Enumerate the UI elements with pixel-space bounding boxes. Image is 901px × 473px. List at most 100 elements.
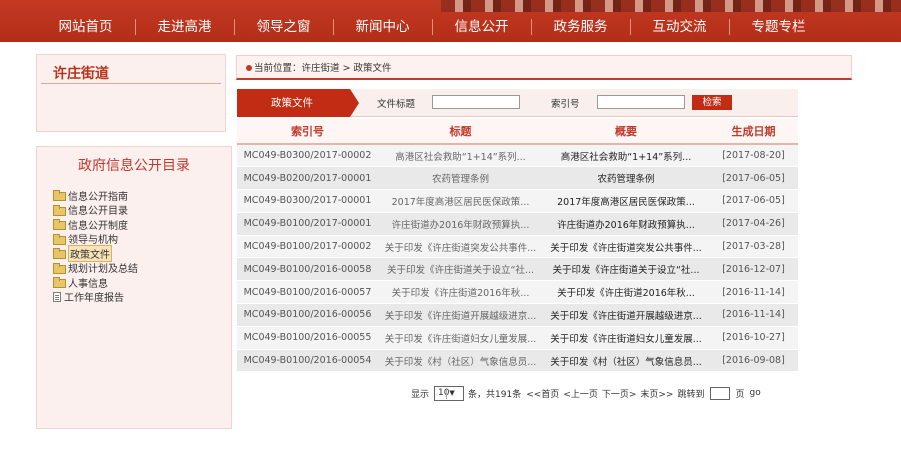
cell-title-link[interactable]: 关于印发《许庄街道妇女儿童发展...	[378, 326, 543, 350]
folder-icon	[53, 190, 66, 202]
col-header-title: 标题	[378, 119, 543, 145]
nav-item[interactable]: 互动交流	[630, 12, 729, 42]
catalog-title: 政府信息公开目录	[78, 158, 190, 174]
cell-date: [2016-09-08]	[709, 349, 798, 373]
table-row: MC049-B0200/2017-00001 农药管理条例 农药管理条例 [2017-…	[237, 166, 798, 191]
nav-item[interactable]: 信息公开	[432, 12, 531, 42]
prev-page-link[interactable]: <上一页	[563, 387, 598, 400]
folder-icon	[53, 277, 66, 289]
cell-summary-link[interactable]: 许庄街道办2016年财政预算执...	[543, 212, 709, 236]
catalog-tree-item[interactable]: 工作年度报告	[53, 290, 138, 305]
cell-summary-link[interactable]: 高港区社会救助“1+14”系列...	[543, 144, 709, 168]
catalog-tree-item[interactable]: 信息公开指南	[53, 188, 138, 203]
go-button[interactable]: go	[750, 388, 761, 398]
cell-summary-link[interactable]: 关于印发《许庄街道开展越级进京...	[543, 303, 709, 327]
nav-item[interactable]: 领导之窗	[234, 12, 333, 42]
catalog-tree-label: 政策文件	[68, 244, 112, 262]
title-field-label: 文件标题	[377, 99, 416, 110]
cell-title-link[interactable]: 关于印发《许庄街道突发公共事件...	[378, 235, 543, 259]
cell-index-number: MC049-B0100/2016-00054	[237, 349, 378, 373]
table-row: MC049-B0100/2016-00055 关于印发《许庄街道妇女儿童发展...…	[237, 326, 798, 350]
folder-icon	[53, 248, 66, 260]
search-button[interactable]: 检索	[692, 95, 732, 110]
folder-icon	[53, 262, 66, 274]
cell-summary-link[interactable]: 关于印发《村（社区）气象信息员...	[543, 349, 709, 373]
catalog-tree-item[interactable]: 信息公开目录	[53, 203, 138, 217]
top-navigation: 网站首页 走进高港 领导之窗 新闻中心 信息公开 政务服务 互动交流 专题专栏	[0, 0, 901, 42]
page-unit-label: 页	[735, 389, 745, 400]
street-title-divider	[41, 83, 221, 84]
catalog-tree-label: 工作年度报告	[64, 293, 124, 305]
index-input[interactable]	[597, 95, 685, 109]
breadcrumb: 当前位置：许庄街道 > 政策文件	[236, 55, 852, 80]
jump-label: 跳转到	[677, 389, 705, 400]
cell-title-link[interactable]: 关于印发《许庄街道2016年秋...	[378, 280, 543, 305]
cell-date: [2017-04-26]	[709, 212, 798, 236]
cell-title-link[interactable]: 农药管理条例	[378, 166, 543, 191]
folder-icon	[53, 219, 66, 231]
street-panel: 许庄街道	[36, 54, 226, 132]
chevron-down-icon: ▼	[446, 387, 457, 399]
cell-title-link[interactable]: 关于印发《许庄街道关于设立“社...	[378, 257, 543, 282]
title-input[interactable]	[432, 95, 520, 109]
index-field-label: 索引号	[551, 99, 580, 110]
nav-item[interactable]: 走进高港	[135, 12, 234, 42]
next-page-link[interactable]: 下一页>	[602, 387, 637, 400]
cell-summary-link[interactable]: 2017年度高港区居民医保政策...	[543, 189, 709, 213]
catalog-tree-item[interactable]: 信息公开制度	[53, 217, 138, 232]
page-size-select[interactable]: 10 ▼	[434, 385, 465, 401]
cell-title-link[interactable]: 高港区社会救助“1+14”系列...	[378, 144, 543, 168]
folder-icon	[53, 233, 66, 245]
cell-date: [2017-06-05]	[709, 189, 798, 213]
cell-title-link[interactable]: 许庄街道办2016年财政预算执...	[378, 212, 543, 236]
cell-summary-link[interactable]: 农药管理条例	[543, 166, 709, 191]
catalog-tree-label: 人事信息	[68, 278, 108, 290]
table-header-row: 索引号 标题 概要 生成日期	[237, 119, 798, 145]
cell-index-number: MC049-B0100/2016-00057	[237, 280, 378, 305]
cell-date: [2016-11-14]	[709, 303, 798, 327]
location-icon	[246, 65, 252, 71]
cell-summary-link[interactable]: 关于印发《许庄街道妇女儿童发展...	[543, 326, 709, 350]
table-row: MC049-B0100/2016-00058 关于印发《许庄街道关于设立“社...…	[237, 257, 798, 282]
cell-date: [2017-08-20]	[709, 144, 798, 168]
cell-summary-link[interactable]: 关于印发《许庄街道突发公共事件...	[543, 235, 709, 259]
nav-item[interactable]: 网站首页	[36, 12, 135, 42]
catalog-tree: 信息公开指南 信息公开目录 信息公开制度 领导与机构 政策文件 规划计划及总结 人事信息 工作…	[53, 188, 138, 304]
document-icon	[53, 291, 61, 302]
nav-item[interactable]: 政务服务	[531, 12, 630, 42]
table-row: MC049-B0100/2016-00056 关于印发《许庄街道开展越级进京...…	[237, 303, 798, 327]
cell-index-number: MC049-B0200/2017-00001	[237, 166, 378, 191]
folder-icon	[53, 204, 66, 216]
col-header-index: 索引号	[237, 119, 378, 145]
nav-item[interactable]: 新闻中心	[333, 12, 432, 42]
cell-summary-link[interactable]: 关于印发《许庄街道关于设立“社...	[543, 257, 709, 282]
cell-index-number: MC049-B0100/2017-00002	[237, 235, 378, 259]
cell-date: [2017-03-28]	[709, 235, 798, 259]
nav-item[interactable]: 专题专栏	[729, 12, 828, 42]
page-size-label: 显示	[411, 389, 430, 400]
cell-date: [2016-10-27]	[709, 326, 798, 350]
search-bar: 政策文件 文件标题 索引号 检索	[237, 89, 798, 117]
catalog-tree-label: 信息公开指南	[68, 191, 128, 203]
table-row: MC049-B0100/2016-00057 关于印发《许庄街道2016年秋...…	[237, 280, 798, 305]
document-table: 索引号 标题 概要 生成日期 MC049-B0300/2017-00002 高港区…	[237, 119, 798, 373]
cell-title-link[interactable]: 关于印发《许庄街道开展越级进京...	[378, 303, 543, 327]
table-row: MC049-B0100/2017-00001 许庄街道办2016年财政预算执...…	[237, 212, 798, 236]
tab-policy-documents[interactable]: 政策文件	[237, 89, 359, 117]
page-number-input[interactable]	[709, 386, 730, 400]
cell-index-number: MC049-B0300/2017-00002	[237, 144, 378, 168]
catalog-tree-item[interactable]: 规划计划及总结	[53, 261, 138, 276]
cell-title-link[interactable]: 2017年度高港区居民医保政策...	[378, 189, 543, 213]
catalog-tree-item[interactable]: 政策文件	[53, 244, 138, 262]
cell-index-number: MC049-B0100/2016-00055	[237, 326, 378, 350]
table-row: MC049-B0300/2017-00002 高港区社会救助“1+14”系列...…	[237, 144, 798, 168]
catalog-tree-item[interactable]: 人事信息	[53, 275, 138, 290]
cell-title-link[interactable]: 关于印发《村（社区）气象信息员...	[378, 349, 543, 373]
table-row: MC049-B0100/2017-00002 关于印发《许庄街道突发公共事件...…	[237, 235, 798, 259]
first-page-link[interactable]: <<首页	[526, 387, 559, 400]
cell-date: [2016-11-14]	[709, 280, 798, 305]
cell-index-number: MC049-B0100/2016-00058	[237, 257, 378, 282]
catalog-tree-label: 规划计划及总结	[68, 264, 138, 276]
last-page-link[interactable]: 末页>>	[640, 387, 673, 400]
cell-summary-link[interactable]: 关于印发《许庄街道2016年秋...	[543, 280, 709, 305]
